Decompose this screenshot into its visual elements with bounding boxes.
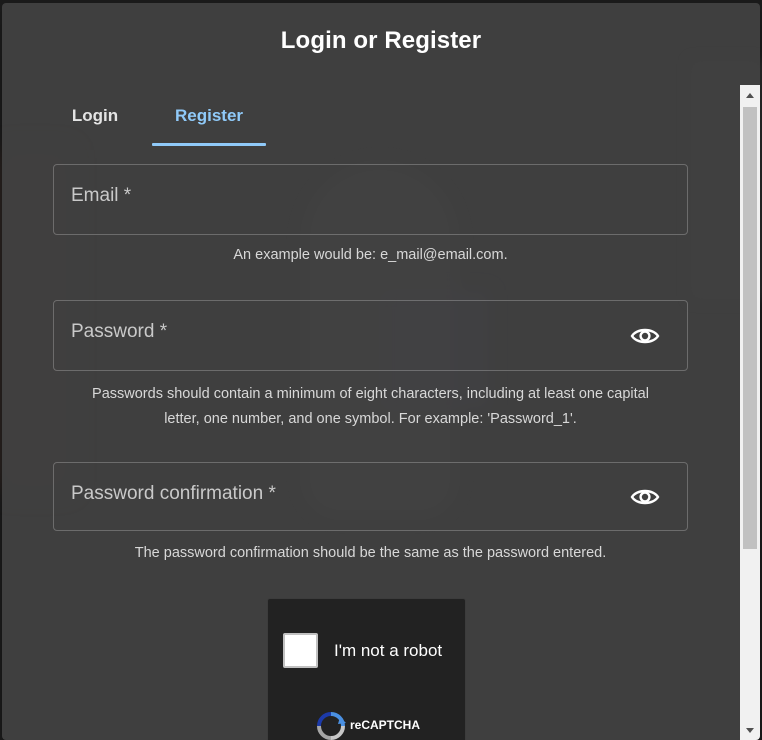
dialog-content: Email * An example would be: e_mail@emai… [2,145,738,740]
password-confirmation-hint: The password confirmation should be the … [134,545,607,561]
scroll-down-arrow-icon[interactable] [740,720,760,740]
scroll-up-arrow-icon[interactable] [740,85,760,105]
dialog-scrollbar[interactable] [740,85,760,740]
password-hint-line: letter, one number, and one symbol. For … [164,411,577,427]
email-field[interactable]: Email * [53,164,688,235]
recaptcha-widget: I'm not a robot reCAPTCHA [267,598,466,740]
tab-login[interactable]: Login [38,87,152,145]
email-field-label: Email * [71,185,132,206]
password-field[interactable]: Password * [53,300,688,371]
recaptcha-brand: reCAPTCHA [350,718,421,732]
eye-icon[interactable] [630,321,660,351]
recaptcha-checkbox[interactable] [283,633,318,668]
password-confirmation-field-label: Password confirmation * [71,483,276,504]
recaptcha-checkbox-label: I'm not a robot [334,641,443,660]
password-hint: Passwords should contain a minimum of ei… [53,382,688,432]
tab-bar: Login Register [38,87,266,146]
eye-icon[interactable] [630,482,660,512]
scrollbar-thumb[interactable] [743,107,757,549]
password-hint-line: Passwords should contain a minimum of ei… [92,386,649,402]
login-register-dialog: Login or Register Login Register Email *… [2,3,760,740]
password-field-label: Password * [71,321,168,342]
recaptcha-logo-icon [316,711,346,740]
tab-register[interactable]: Register [152,87,266,146]
email-hint: An example would be: e_mail@email.com. [233,247,508,263]
password-confirmation-field[interactable]: Password confirmation * [53,462,688,531]
dialog-title: Login or Register [280,27,482,54]
